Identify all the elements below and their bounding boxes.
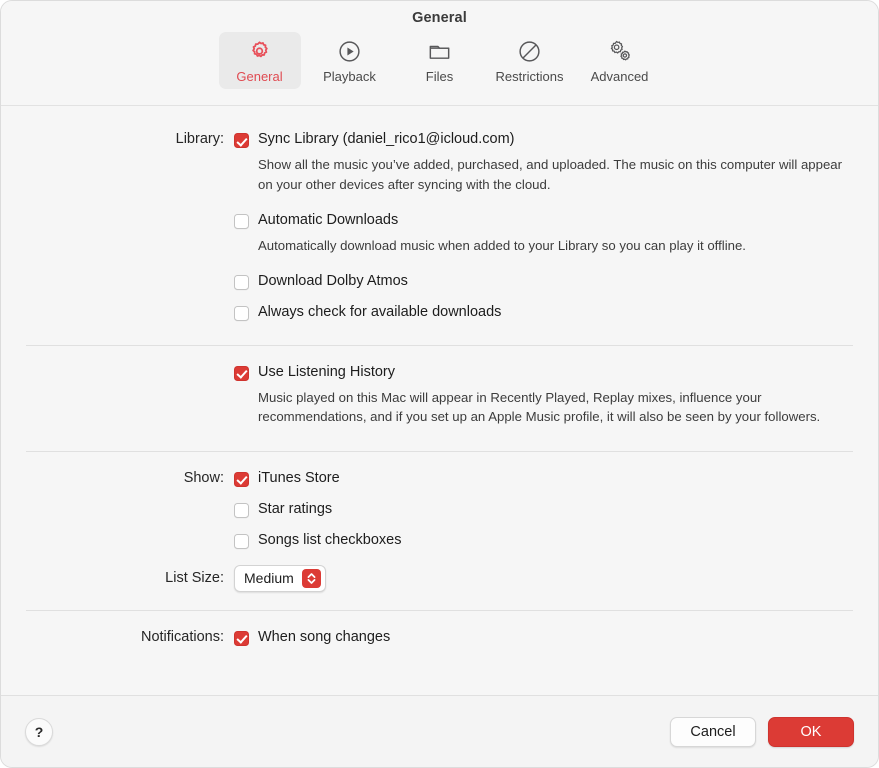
download-dolby-atmos-checkbox-box[interactable] bbox=[234, 275, 249, 290]
preferences-window: General General Playbac bbox=[0, 0, 879, 768]
list-size-value: Medium bbox=[244, 570, 294, 586]
itunes-store-label: iTunes Store bbox=[258, 470, 340, 487]
row-when-song-changes: Notifications: When song changes bbox=[1, 611, 878, 646]
row-automatic-downloads: Automatic Downloads Automatically downlo… bbox=[1, 194, 878, 256]
chevron-updown-icon[interactable] bbox=[302, 569, 321, 588]
sync-library-checkbox-box[interactable] bbox=[234, 133, 249, 148]
songs-list-checkboxes-label: Songs list checkboxes bbox=[258, 532, 401, 549]
download-dolby-atmos-label: Download Dolby Atmos bbox=[258, 273, 408, 290]
list-size-popup-button[interactable]: Medium bbox=[234, 565, 326, 592]
tab-files[interactable]: Files bbox=[399, 32, 481, 89]
checkbox-itunes-store[interactable]: iTunes Store bbox=[234, 470, 854, 487]
checkbox-always-check-downloads[interactable]: Always check for available downloads bbox=[234, 304, 854, 321]
row-itunes-store: Show: iTunes Store bbox=[1, 452, 878, 487]
use-listening-history-checkbox-box[interactable] bbox=[234, 366, 249, 381]
row-list-size: List Size: Medium bbox=[1, 549, 878, 592]
checkbox-download-dolby-atmos[interactable]: Download Dolby Atmos bbox=[234, 273, 854, 290]
row-songs-list-checkboxes: Songs list checkboxes bbox=[1, 518, 878, 549]
sync-library-description: Show all the music you’ve added, purchas… bbox=[258, 155, 854, 194]
tab-general-label: General bbox=[236, 69, 282, 84]
window-title: General bbox=[1, 1, 878, 26]
tab-restrictions-label: Restrictions bbox=[496, 69, 564, 84]
preferences-content: Library: Sync Library (daniel_rico1@iclo… bbox=[1, 106, 878, 697]
when-song-changes-checkbox-box[interactable] bbox=[234, 631, 249, 646]
automatic-downloads-label: Automatic Downloads bbox=[258, 212, 398, 229]
checkbox-use-listening-history[interactable]: Use Listening History bbox=[234, 364, 854, 381]
titlebar: General General Playbac bbox=[1, 1, 878, 106]
songs-list-checkboxes-checkbox-box[interactable] bbox=[234, 534, 249, 549]
row-download-dolby-atmos: Download Dolby Atmos bbox=[1, 256, 878, 290]
library-label: Library: bbox=[1, 131, 234, 147]
show-label: Show: bbox=[1, 470, 234, 486]
row-star-ratings: Star ratings bbox=[1, 487, 878, 518]
row-sync-library: Library: Sync Library (daniel_rico1@iclo… bbox=[1, 106, 878, 194]
when-song-changes-label: When song changes bbox=[258, 629, 390, 646]
tab-advanced-label: Advanced bbox=[591, 69, 649, 84]
dialog-footer: ? Cancel OK bbox=[1, 695, 878, 767]
star-ratings-label: Star ratings bbox=[258, 501, 332, 518]
row-always-check-downloads: Always check for available downloads bbox=[1, 290, 878, 321]
play-circle-icon bbox=[337, 36, 362, 66]
gears-icon bbox=[606, 36, 633, 66]
tab-restrictions[interactable]: Restrictions bbox=[489, 32, 571, 89]
tab-playback-label: Playback bbox=[323, 69, 376, 84]
checkbox-when-song-changes[interactable]: When song changes bbox=[234, 629, 854, 646]
automatic-downloads-description: Automatically download music when added … bbox=[258, 236, 854, 256]
cancel-button[interactable]: Cancel bbox=[670, 717, 756, 747]
checkbox-automatic-downloads[interactable]: Automatic Downloads bbox=[234, 212, 854, 229]
use-listening-history-description: Music played on this Mac will appear in … bbox=[258, 388, 854, 427]
checkbox-songs-list-checkboxes[interactable]: Songs list checkboxes bbox=[234, 532, 854, 549]
no-entry-icon bbox=[517, 36, 542, 66]
always-check-downloads-label: Always check for available downloads bbox=[258, 304, 501, 321]
tab-advanced[interactable]: Advanced bbox=[579, 32, 661, 89]
ok-button[interactable]: OK bbox=[768, 717, 854, 747]
automatic-downloads-checkbox-box[interactable] bbox=[234, 214, 249, 229]
sync-library-label: Sync Library (daniel_rico1@icloud.com) bbox=[258, 131, 515, 148]
list-size-label: List Size: bbox=[1, 570, 234, 586]
itunes-store-checkbox-box[interactable] bbox=[234, 472, 249, 487]
star-ratings-checkbox-box[interactable] bbox=[234, 503, 249, 518]
use-listening-history-label: Use Listening History bbox=[258, 364, 395, 381]
preferences-toolbar: General Playback Files bbox=[1, 32, 878, 89]
tab-playback[interactable]: Playback bbox=[309, 32, 391, 89]
gear-icon bbox=[247, 36, 272, 66]
notifications-label: Notifications: bbox=[1, 629, 234, 645]
tab-files-label: Files bbox=[426, 69, 453, 84]
row-use-listening-history: Use Listening History Music played on th… bbox=[1, 346, 878, 427]
always-check-downloads-checkbox-box[interactable] bbox=[234, 306, 249, 321]
checkbox-star-ratings[interactable]: Star ratings bbox=[234, 501, 854, 518]
help-button[interactable]: ? bbox=[25, 718, 53, 746]
checkbox-sync-library[interactable]: Sync Library (daniel_rico1@icloud.com) bbox=[234, 131, 854, 148]
tab-general[interactable]: General bbox=[219, 32, 301, 89]
folder-icon bbox=[427, 36, 452, 66]
